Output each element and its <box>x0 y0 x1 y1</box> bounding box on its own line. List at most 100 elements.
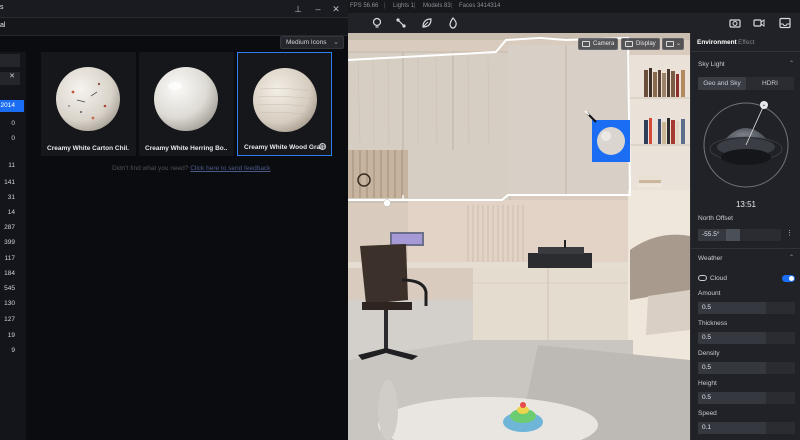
category-count-item[interactable]: 399 <box>0 237 24 249</box>
weather-field-label: Speed <box>698 410 717 417</box>
category-count-item[interactable]: 117 <box>0 253 24 265</box>
more-options-icon[interactable]: ⋮ <box>786 229 793 237</box>
clear-filter-button[interactable]: ✕ <box>0 72 20 85</box>
weather-field-input[interactable]: 0.5 <box>698 392 766 404</box>
view-mode-dropdown[interactable]: Medium Icons ⌄ <box>280 36 344 49</box>
minimize-icon[interactable]: – <box>312 3 324 15</box>
window-title: s <box>0 4 4 11</box>
list-search-field[interactable] <box>0 54 20 67</box>
weather-field-track[interactable] <box>766 422 795 434</box>
mode-label: Geo and Sky <box>703 80 741 87</box>
weather-field-label: Density <box>698 350 720 357</box>
light-bulb-icon[interactable] <box>370 16 384 30</box>
material-thumbnail-speckled <box>56 67 120 131</box>
toggle-knob <box>789 276 794 281</box>
category-count-item[interactable]: 2014 <box>0 100 24 112</box>
category-count-item[interactable]: 14 <box>0 207 24 219</box>
material-thumbnail-wood-grain <box>253 68 317 132</box>
weather-field-value: 0.5 <box>702 364 712 371</box>
weather-field-track[interactable] <box>766 362 795 374</box>
video-record-icon[interactable] <box>752 16 766 30</box>
mode-label: HDRI <box>762 80 778 87</box>
category-count-item[interactable]: 141 <box>0 177 24 189</box>
category-count-item[interactable]: 0 <box>0 118 24 130</box>
category-count-item[interactable]: 9 <box>0 345 24 357</box>
north-offset-track <box>740 229 781 241</box>
category-count-item[interactable]: 184 <box>0 268 24 280</box>
weather-field-input[interactable]: 0.5 <box>698 302 766 314</box>
north-offset-value: -55.5° <box>702 231 720 238</box>
close-icon[interactable]: ✕ <box>330 3 342 15</box>
status-separator: | <box>451 3 453 9</box>
panel-subtitle: al <box>0 22 6 29</box>
north-offset-field[interactable]: -55.5° <box>698 229 726 241</box>
screenshot-dropdown-button[interactable]: ⌄ <box>662 38 684 50</box>
material-name: Creamy White Carton Chil... <box>47 145 129 152</box>
measure-tool-icon[interactable] <box>394 16 408 30</box>
weather-field-track[interactable] <box>766 302 795 314</box>
feedback-message: Didn't find what you need? Click here to… <box>112 165 270 172</box>
feedback-text: Didn't find what you need? <box>112 165 189 172</box>
chevron-down-icon: ⌄ <box>333 39 339 46</box>
category-count-item[interactable]: 127 <box>0 314 24 326</box>
view-mode-value: Medium Icons <box>286 39 327 46</box>
tab-effect[interactable]: Effect <box>738 39 755 46</box>
lights-count: Lights 1 <box>393 3 415 9</box>
material-tile-selected[interactable]: Creamy White Wood Grain ✓ <box>237 52 332 156</box>
3d-viewport[interactable]: Camera Display ⌄ <box>348 0 690 440</box>
category-count-item[interactable]: 545 <box>0 283 24 295</box>
weather-field-track[interactable] <box>766 392 795 404</box>
display-icon <box>625 41 633 47</box>
category-count-item[interactable]: 11 <box>0 160 24 172</box>
sky-light-title: Sky Light <box>698 61 725 68</box>
weather-title: Weather <box>698 255 723 262</box>
status-separator: | <box>414 3 416 9</box>
panel-subheader: al <box>0 18 348 36</box>
leaf-icon[interactable] <box>420 16 434 30</box>
weather-field-track[interactable] <box>766 332 795 344</box>
cloud-toggle[interactable] <box>782 275 795 282</box>
environment-panel: Environment Effect Sky Light ⌃ Geo and S… <box>690 33 800 440</box>
divider <box>691 248 800 249</box>
feedback-link[interactable]: Click here to send feedback <box>190 165 270 172</box>
weather-field-input[interactable]: 0.5 <box>698 332 766 344</box>
tab-environment[interactable]: Environment <box>697 39 737 46</box>
material-name: Creamy White Wood Grain <box>244 144 326 151</box>
material-tile[interactable]: Creamy White Herring Bo... <box>139 52 234 156</box>
cloud-label: Cloud <box>710 275 727 282</box>
fps-readout: FPS 56.66 <box>350 3 379 9</box>
check-circle-icon[interactable]: ✓ <box>319 143 326 150</box>
chevron-up-icon[interactable]: ⌃ <box>789 60 794 67</box>
display-label: Display <box>636 41 656 47</box>
north-offset-slider[interactable] <box>726 229 740 241</box>
weather-field-input[interactable]: 0.1 <box>698 422 766 434</box>
interior-scene <box>348 0 690 440</box>
mode-hdri[interactable]: HDRI <box>746 77 794 90</box>
models-count: Models 83 <box>423 3 451 9</box>
mode-geo-and-sky[interactable]: Geo and Sky <box>698 77 746 90</box>
sun-position-dial[interactable]: + <box>701 99 791 195</box>
camera-view-label: Camera <box>593 41 615 47</box>
pin-icon[interactable]: ⊥ <box>292 3 304 15</box>
camera-view-button[interactable]: Camera <box>578 38 618 50</box>
flame-icon[interactable] <box>446 16 460 30</box>
faces-count: Faces 3414314 <box>459 3 501 9</box>
window-titlebar: s ⊥ – ✕ <box>0 0 348 18</box>
weather-field-value: 0.5 <box>702 394 712 401</box>
category-count-item[interactable]: 287 <box>0 222 24 234</box>
chevron-up-icon[interactable]: ⌃ <box>789 254 794 261</box>
chevron-down-icon: ⌄ <box>675 41 681 47</box>
material-thumbnail-herringbone <box>154 67 218 131</box>
material-tile[interactable]: Creamy White Carton Chil... <box>41 52 136 156</box>
category-count-item[interactable]: 31 <box>0 192 24 204</box>
weather-field-value: 0.5 <box>702 334 712 341</box>
camera-capture-icon[interactable] <box>728 16 742 30</box>
north-offset-label: North Offset <box>698 215 733 222</box>
category-count-item[interactable]: 19 <box>0 330 24 342</box>
weather-field-input[interactable]: 0.5 <box>698 362 766 374</box>
inbox-icon[interactable] <box>778 16 792 30</box>
display-button[interactable]: Display <box>621 38 660 50</box>
category-count-item[interactable]: 0 <box>0 133 24 145</box>
divider <box>691 51 800 52</box>
category-count-item[interactable]: 130 <box>0 298 24 310</box>
